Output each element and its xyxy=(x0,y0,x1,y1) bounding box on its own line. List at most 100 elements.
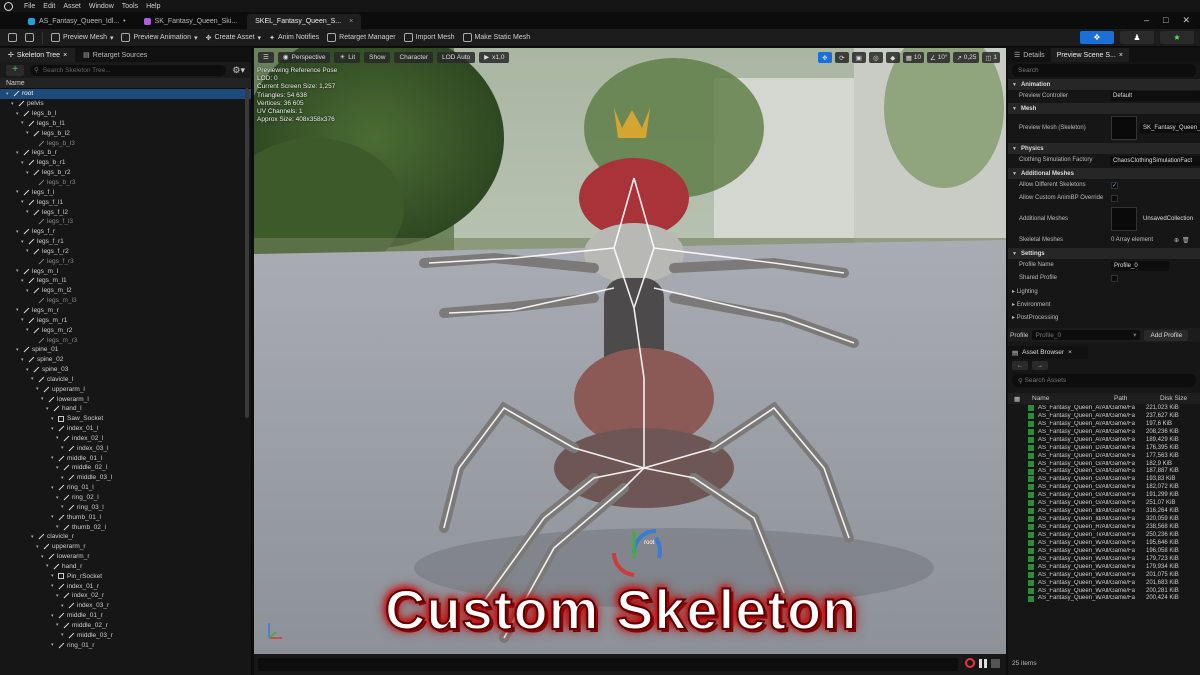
asset-row[interactable]: AS_Fantasy_Queen_Turr/All/Game/Fa 250,236… xyxy=(1008,531,1200,539)
back-arrow-icon[interactable]: ← xyxy=(1012,361,1028,370)
bone-row[interactable]: ▾ legs_b_l1 xyxy=(0,119,251,129)
expand-arrow-icon[interactable]: ▾ xyxy=(31,534,37,540)
filter-icon[interactable]: ▦ xyxy=(1014,395,1032,403)
menu-tools[interactable]: Tools xyxy=(122,3,138,10)
bone-row[interactable]: ▾ thumb_02_l xyxy=(0,522,251,532)
asset-row[interactable]: AS_Fantasy_Queen_Wall/All/Game/Fa 179,934… xyxy=(1008,563,1200,571)
bone-row[interactable]: ▾ legs_m_r1 xyxy=(0,315,251,325)
expand-arrow-icon[interactable]: ▾ xyxy=(21,160,27,166)
asset-row[interactable]: AS_Fantasy_Queen_Dea/All/Game/Fa 176,395 … xyxy=(1008,444,1200,452)
mesh-mode-button[interactable]: ♟ xyxy=(1120,31,1154,44)
lod-button[interactable]: LOD Auto xyxy=(436,51,476,63)
menu-window[interactable]: Window xyxy=(89,3,114,10)
tab-preview-scene-settings[interactable]: Preview Scene S... × xyxy=(1050,48,1129,62)
bone-row[interactable]: ▾ legs_b_r1 xyxy=(0,158,251,168)
bone-row[interactable]: ▾ middle_01_r xyxy=(0,611,251,621)
bone-row[interactable]: ▾ lowerarm_l xyxy=(0,394,251,404)
asset-row[interactable]: AS_Fantasy_Queen_Roa/All/Game/Fa 238,568 … xyxy=(1008,523,1200,531)
add-profile-button[interactable]: Add Profile xyxy=(1144,329,1189,341)
tab-retarget-sources[interactable]: ▤ Retarget Sources xyxy=(75,48,155,62)
bone-row[interactable]: ▾ spine_03 xyxy=(0,365,251,375)
expand-arrow-icon[interactable]: ▾ xyxy=(61,504,67,510)
bone-row[interactable]: ▾ root xyxy=(0,89,251,99)
add-element-icon[interactable]: ⊕ xyxy=(1174,237,1179,244)
asset-row[interactable]: AS_Fantasy_Queen_Wall/All/Game/Fa 201,075… xyxy=(1008,571,1200,579)
expand-arrow-icon[interactable]: ▾ xyxy=(51,416,57,422)
bone-row[interactable]: ▾ hand_l xyxy=(0,404,251,414)
expand-arrow-icon[interactable]: ▾ xyxy=(61,475,67,481)
preview-mesh-dropdown[interactable]: SK_Fantasy_Queen_Skin xyxy=(1140,123,1200,133)
bone-row[interactable]: ▾ legs_m_r2 xyxy=(0,325,251,335)
bone-row[interactable]: ▾ index_02_l xyxy=(0,434,251,444)
retarget-manager-button[interactable]: Retarget Manager xyxy=(327,31,396,45)
tab-animation-sequence[interactable]: AS_Fantasy_Queen_Idl... • xyxy=(20,14,134,29)
stop-icon[interactable] xyxy=(991,658,1000,668)
bone-row[interactable]: ▾ index_01_l xyxy=(0,424,251,434)
subsection-environment[interactable]: ▸ Environment xyxy=(1008,298,1200,311)
expand-arrow-icon[interactable]: ▾ xyxy=(6,91,12,97)
expand-arrow-icon[interactable]: ▾ xyxy=(61,445,67,451)
tab-details[interactable]: ☰ Details xyxy=(1008,48,1051,62)
bone-row[interactable]: ▾ legs_m_l xyxy=(0,266,251,276)
asset-row[interactable]: AS_Fantasy_Queen_Dea/All/Game/Fa 177,563 … xyxy=(1008,452,1200,460)
camera-speed-button[interactable]: ◫ 1 xyxy=(982,52,1000,63)
close-window-icon[interactable]: ✕ xyxy=(1182,15,1190,26)
bone-row[interactable]: ▾ spine_01 xyxy=(0,345,251,355)
bone-row[interactable]: ▾ pelvis xyxy=(0,99,251,109)
animation-mode-button[interactable]: ★ xyxy=(1160,31,1194,44)
expand-arrow-icon[interactable]: ▾ xyxy=(21,357,27,363)
tree-scrollbar[interactable] xyxy=(245,88,249,418)
section-mesh[interactable]: ▼ Mesh xyxy=(1008,103,1200,114)
bone-row[interactable]: ▾ ring_02_l xyxy=(0,493,251,503)
menu-file[interactable]: File xyxy=(24,3,35,10)
expand-arrow-icon[interactable]: ▾ xyxy=(26,367,32,373)
asset-search-input[interactable]: ⚲ Search Assets xyxy=(1012,374,1196,387)
expand-arrow-icon[interactable]: ▾ xyxy=(36,386,42,392)
expand-arrow-icon[interactable]: ▾ xyxy=(51,583,57,589)
asset-row[interactable]: AS_Fantasy_Queen_Getl/All/Game/Fa 182,9 K… xyxy=(1008,460,1200,468)
column-header-path[interactable]: Path xyxy=(1114,395,1160,402)
expand-arrow-icon[interactable]: ▾ xyxy=(61,632,67,638)
asset-row[interactable]: AS_Fantasy_Queen_Getl/All/Game/Fa 182,072… xyxy=(1008,483,1200,491)
expand-arrow-icon[interactable]: ▾ xyxy=(36,544,42,550)
expand-arrow-icon[interactable]: ▾ xyxy=(51,642,57,648)
bone-row[interactable]: ▾ upperarm_r xyxy=(0,542,251,552)
expand-arrow-icon[interactable]: ▾ xyxy=(26,248,32,254)
expand-arrow-icon[interactable]: ▾ xyxy=(16,150,22,156)
bone-row[interactable]: ▾ legs_f_r xyxy=(0,227,251,237)
bone-row[interactable]: ▾ legs_b_l xyxy=(0,109,251,119)
expand-arrow-icon[interactable]: ▾ xyxy=(51,426,57,432)
browse-icon[interactable] xyxy=(25,31,34,45)
maximize-icon[interactable]: □ xyxy=(1163,15,1168,26)
subsection-lighting[interactable]: ▸ Lighting xyxy=(1008,285,1200,298)
unreal-logo-icon[interactable] xyxy=(0,0,16,12)
expand-arrow-icon[interactable]: ▾ xyxy=(16,189,22,195)
column-header-name[interactable]: Name xyxy=(0,78,251,89)
preview-mesh-button[interactable]: Preview Mesh ▾ xyxy=(51,31,113,45)
rotate-tool-icon[interactable]: ⟳ xyxy=(834,52,849,63)
asset-row[interactable]: AS_Fantasy_Queen_Wall/All/Game/Fa 200,281… xyxy=(1008,587,1200,595)
expand-arrow-icon[interactable]: ▾ xyxy=(51,613,57,619)
angle-snap-button[interactable]: ∠ 10° xyxy=(927,52,951,63)
perspective-button[interactable]: ◉ Perspective xyxy=(277,51,331,63)
collection-thumbnail[interactable] xyxy=(1111,207,1137,231)
bone-row[interactable]: ▾ legs_b_r xyxy=(0,148,251,158)
expand-arrow-icon[interactable]: ▾ xyxy=(51,485,57,491)
socket-row[interactable]: ▾ Pin_rSocket xyxy=(0,571,251,581)
bone-row[interactable]: ▾ upperarm_l xyxy=(0,384,251,394)
shared-profile-checkbox[interactable] xyxy=(1111,275,1118,282)
bone-row[interactable]: ▾ legs_f_l2 xyxy=(0,207,251,217)
translate-tool-icon[interactable]: ✥ xyxy=(817,52,832,63)
bone-row[interactable]: ▾ hand_r xyxy=(0,562,251,572)
skeleton-mode-button[interactable]: ❖ xyxy=(1080,31,1114,44)
bone-row[interactable]: ▾ index_01_r xyxy=(0,581,251,591)
preview-viewport[interactable]: root ☰ ◉ Perspective ☀ Lit Show Character … xyxy=(254,48,1006,654)
allow-different-skeletons-checkbox[interactable]: ✓ xyxy=(1111,182,1118,189)
tab-skeleton-tree[interactable]: ✢ Skeleton Tree × xyxy=(0,48,76,62)
expand-arrow-icon[interactable]: ▾ xyxy=(16,268,22,274)
expand-arrow-icon[interactable]: ▾ xyxy=(21,199,27,205)
bone-row[interactable]: ▾ ring_03_l xyxy=(0,502,251,512)
asset-row[interactable]: AS_Fantasy_Queen_Idlc/All/Game/Fa 316,264… xyxy=(1008,507,1200,515)
record-icon[interactable] xyxy=(965,658,975,668)
forward-arrow-icon[interactable]: → xyxy=(1032,361,1048,370)
